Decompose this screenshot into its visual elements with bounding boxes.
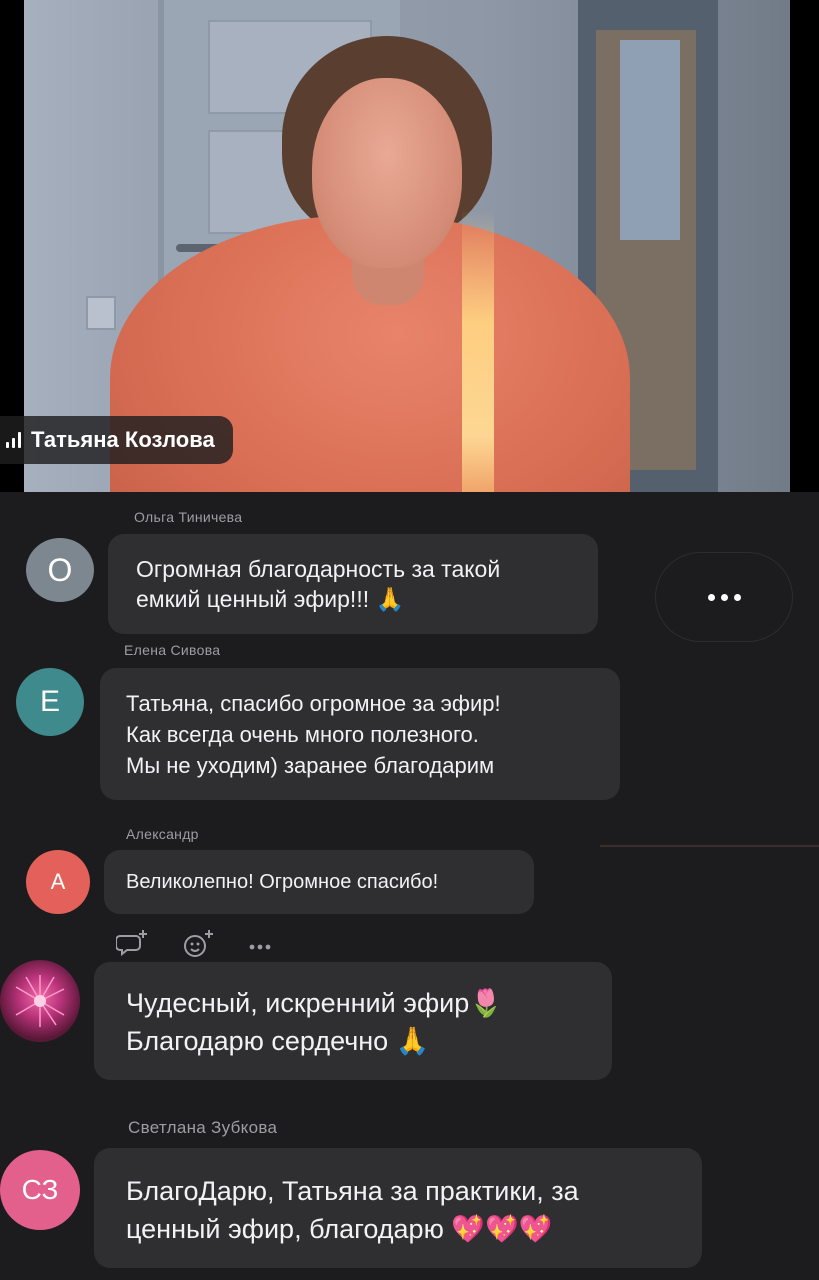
message-sender: Елена Сивова xyxy=(124,642,221,658)
message-sender: Светлана Зубкова xyxy=(128,1118,278,1137)
avatar[interactable]: О xyxy=(26,538,94,602)
avatar-letter: СЗ xyxy=(21,1174,59,1205)
message-bubble[interactable]: Великолепно! Огромное спасибо! xyxy=(104,850,534,914)
message-bubble[interactable]: Огромная благодарность за такой емкий це… xyxy=(108,534,598,634)
message-bubble[interactable]: БлагоДарю, Татьяна за практики, за ценны… xyxy=(94,1148,702,1268)
message-text: Огромная благодарность за такой емкий це… xyxy=(136,556,501,612)
message-text: Чудесный, искренний эфир🌷 Благодарю серд… xyxy=(126,988,503,1056)
more-options-button[interactable] xyxy=(656,553,792,641)
add-reaction-icon[interactable] xyxy=(182,930,214,963)
message-text: Великолепно! Огромное спасибо! xyxy=(126,871,439,893)
message-bubble[interactable]: Чудесный, искренний эфир🌷 Благодарю серд… xyxy=(94,962,612,1080)
avatar[interactable]: А xyxy=(26,850,90,914)
message-sender: Александр xyxy=(126,826,199,842)
avatar[interactable]: Е xyxy=(16,668,84,736)
video-letterbox-right xyxy=(790,0,819,492)
wall-switch xyxy=(86,296,116,330)
avatar-photo-flower-icon[interactable] xyxy=(0,960,80,1042)
message-actions xyxy=(115,930,272,963)
speaker-face xyxy=(312,78,462,268)
avatar-letter: Е xyxy=(39,685,60,718)
message-text: Татьяна, спасибо огромное за эфир! Как в… xyxy=(126,691,501,778)
avatar-letter: О xyxy=(47,551,73,588)
sparkling-heart-emoji-icon: 💖💖💖 xyxy=(451,1214,553,1244)
avatar[interactable]: СЗ xyxy=(0,1150,80,1230)
speaker-name: Татьяна Козлова xyxy=(31,427,215,452)
flower-icon xyxy=(15,975,65,1027)
video-feed[interactable]: Татьяна Козлова xyxy=(0,0,819,492)
signal-icon xyxy=(6,432,21,448)
message-sender: Ольга Тиничева xyxy=(134,509,243,525)
more-dots-icon[interactable] xyxy=(248,938,272,956)
pray-emoji-icon: 🙏 xyxy=(375,586,405,612)
pray-emoji-icon: 🙏 xyxy=(395,1026,430,1056)
speaker-name-chip: Татьяна Козлова xyxy=(0,416,233,464)
video-window xyxy=(620,40,680,240)
avatar-letter: А xyxy=(50,869,66,894)
message-bubble[interactable]: Татьяна, спасибо огромное за эфир! Как в… xyxy=(100,668,620,800)
candle-flare xyxy=(462,210,494,492)
more-dots-icon xyxy=(707,593,715,601)
reply-plus-icon[interactable] xyxy=(115,930,148,963)
divider xyxy=(600,845,819,847)
